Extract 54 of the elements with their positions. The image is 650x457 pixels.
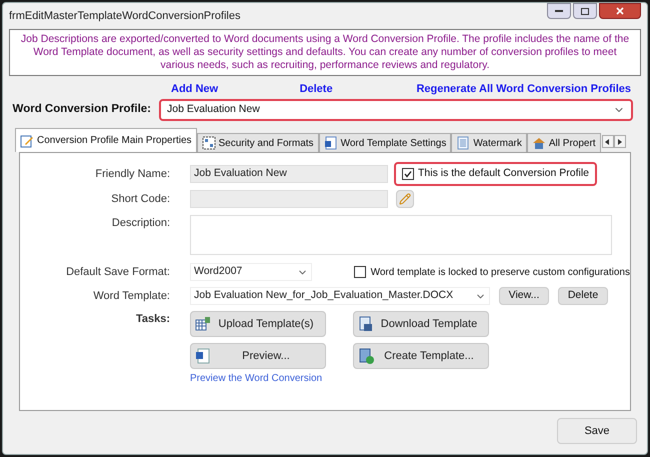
table-icon (195, 316, 211, 332)
field-label: Tasks: (134, 312, 170, 327)
right-arrow-icon (617, 138, 622, 144)
scroll-left-button[interactable] (602, 135, 614, 148)
close-icon (616, 7, 624, 15)
info-text: Job Descriptions are exported/converted to Word documents using a Word Conversion Profile. The profile includes the name of the Word Template document, as well as security settings and defaults. You can create any number of conversion profiles to meet various needs, such as recruiting, performance reviews and regulatory. (20, 33, 630, 72)
document-icon (324, 136, 338, 150)
house-icon (532, 136, 546, 150)
description-field[interactable] (190, 215, 612, 255)
window-title: frmEditMasterTemplateWordConversionProfiles (9, 8, 240, 24)
task-button[interactable]: Upload Template(s) (190, 311, 326, 337)
pencil-icon (399, 193, 411, 205)
link[interactable]: Delete (300, 80, 416, 98)
checkbox-label: This is the default Conversion Profile (418, 166, 589, 182)
task-button[interactable]: Download Template (353, 311, 489, 337)
close-button[interactable] (599, 3, 641, 19)
field-label: Description: (110, 216, 170, 231)
link[interactable]: Add New (171, 80, 300, 98)
edit-button[interactable] (396, 190, 414, 208)
tab[interactable]: All Propert (526, 133, 601, 152)
action-button[interactable]: View... (499, 287, 549, 305)
field-label: Friendly Name: (94, 166, 170, 182)
format-dropdown[interactable]: Word2007 (190, 263, 312, 281)
tab[interactable]: Conversion Profile Main Properties (15, 128, 197, 152)
field-label: Word Template: (92, 288, 170, 304)
link[interactable]: Regenerate All Word Conversion Profiles (416, 80, 631, 98)
preview-link[interactable]: Preview the Word Conversion (190, 371, 489, 386)
task-button[interactable]: Preview... (190, 343, 326, 369)
task-button[interactable]: Create Template... (353, 343, 489, 369)
tab[interactable]: Word Template Settings (318, 133, 452, 152)
checkbox-label: Word template is locked to preserve custom configurations (370, 266, 630, 280)
field-label: Default Save Format: (65, 264, 170, 280)
document-add-icon (358, 348, 374, 364)
save-button[interactable]: Save (557, 418, 637, 444)
text-field[interactable] (190, 190, 388, 208)
field-label: Word Conversion Profile: (12, 102, 152, 118)
checkbox[interactable] (402, 168, 414, 180)
text-field[interactable]: Job Evaluation New (190, 165, 388, 183)
grid-icon (202, 136, 216, 150)
field-label: Short Code: (110, 192, 170, 207)
action-button[interactable]: Delete (558, 287, 608, 305)
notepad-icon (20, 134, 34, 148)
scroll-right-button[interactable] (614, 135, 626, 148)
left-arrow-icon (605, 138, 610, 144)
minimize-button[interactable] (547, 3, 571, 19)
template-dropdown[interactable]: Job Evaluation New_for_Job_Evaluation_Master.DOCX (190, 287, 490, 305)
document-icon (195, 348, 211, 364)
tab[interactable]: Security and Formats (196, 133, 319, 152)
tab[interactable]: Watermark (451, 133, 527, 152)
maximize-button[interactable] (573, 3, 597, 19)
checkbox[interactable] (354, 266, 366, 278)
document-icon (456, 136, 470, 150)
profile-dropdown[interactable]: Job Evaluation New (159, 99, 633, 121)
document-icon (358, 316, 374, 332)
